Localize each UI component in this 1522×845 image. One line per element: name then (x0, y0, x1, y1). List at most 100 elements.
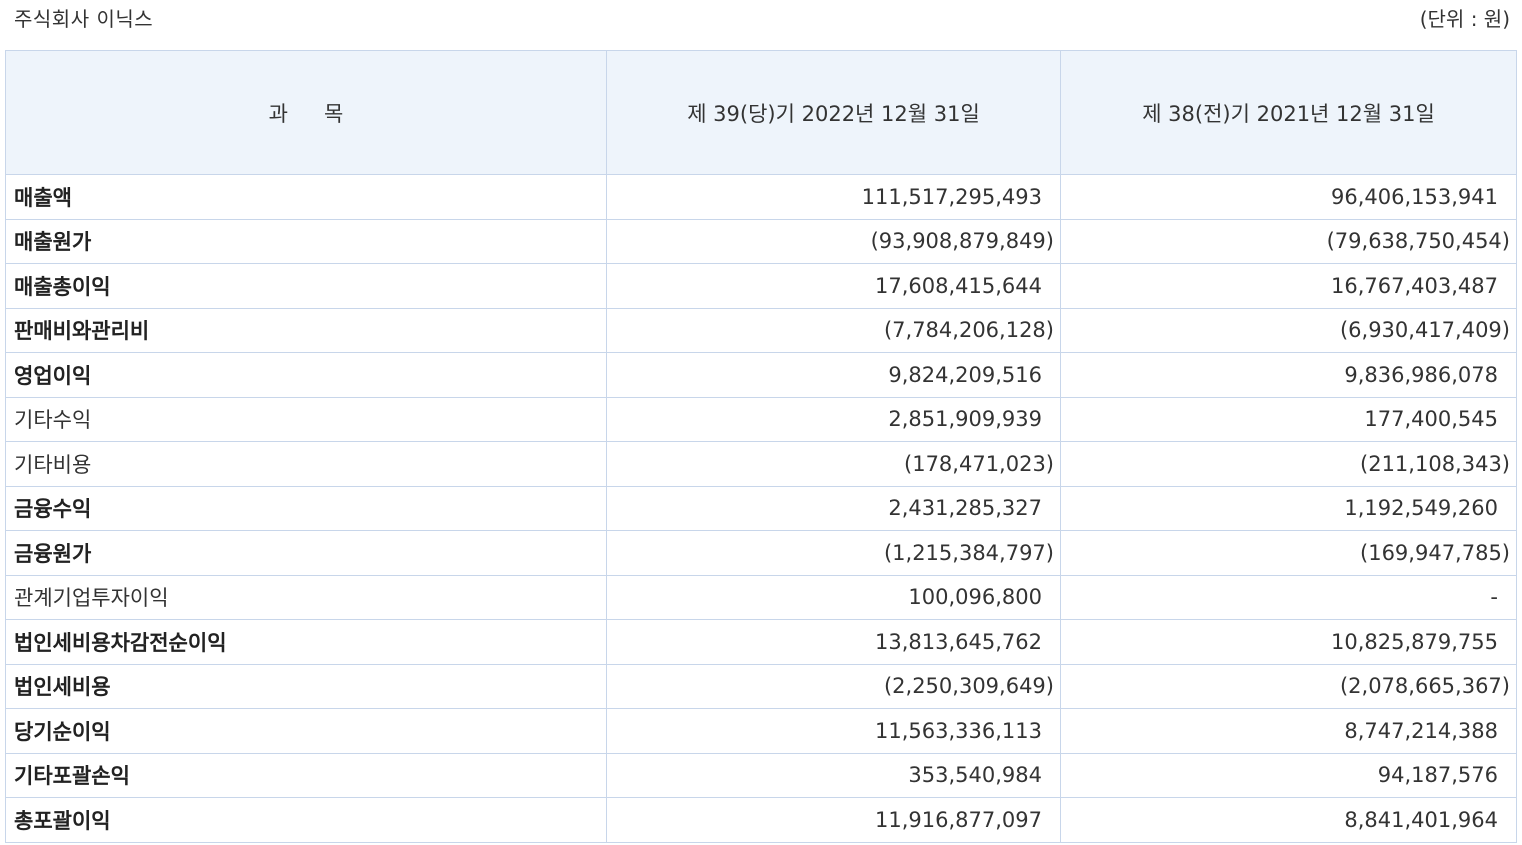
current-period-value: (93,908,879,849) (870, 229, 1054, 254)
previous-period-value-cell: 94,187,576 (1060, 752, 1517, 798)
table-row: 법인세비용 (2,250,309,649) (2,078,665,367) (5, 663, 1517, 709)
column-header-previous-period: 제 38(전)기 2021년 12월 31일 (1060, 50, 1517, 175)
current-period-value: 9,824,209,516 (888, 362, 1042, 387)
previous-period-value-cell: 8,747,214,388 (1060, 708, 1517, 754)
current-period-value-cell: 353,540,984 (606, 752, 1061, 798)
previous-period-value: (211,108,343) (1360, 451, 1510, 476)
previous-period-value: 9,836,986,078 (1344, 362, 1498, 387)
previous-period-value-cell: (211,108,343) (1060, 441, 1517, 487)
current-period-value: 353,540,984 (908, 763, 1042, 788)
unit-label: (단위 : 원) (1419, 7, 1510, 31)
previous-period-value-cell: 10,825,879,755 (1060, 619, 1517, 665)
current-period-value: 2,431,285,327 (888, 496, 1042, 521)
current-period-value-cell: 9,824,209,516 (606, 352, 1061, 398)
current-period-value-cell: 11,916,877,097 (606, 797, 1061, 843)
current-period-value: 11,916,877,097 (875, 807, 1042, 832)
current-period-value-cell: 2,851,909,939 (606, 396, 1061, 442)
column-header-subject: 과목 (5, 50, 607, 175)
current-period-value-cell: (93,908,879,849) (606, 218, 1061, 264)
row-label: 관계기업투자이익 (5, 574, 607, 620)
row-label: 기타포괄손익 (5, 752, 607, 798)
current-period-value: 111,517,295,493 (861, 184, 1042, 209)
row-label: 법인세비용 (5, 663, 607, 709)
table-row: 기타포괄손익 353,540,984 94,187,576 (5, 752, 1517, 798)
table-row: 금융원가 (1,215,384,797) (169,947,785) (5, 530, 1517, 576)
previous-period-value: 1,192,549,260 (1344, 496, 1498, 521)
previous-period-value-cell: 8,841,401,964 (1060, 797, 1517, 843)
previous-period-value: - (1490, 585, 1498, 610)
table-row: 영업이익 9,824,209,516 9,836,986,078 (5, 352, 1517, 398)
current-period-value-cell: 13,813,645,762 (606, 619, 1061, 665)
current-period-value-cell: 11,563,336,113 (606, 708, 1061, 754)
previous-period-value-cell: (79,638,750,454) (1060, 218, 1517, 264)
row-label: 매출총이익 (5, 263, 607, 309)
table-row: 판매비와관리비 (7,784,206,128) (6,930,417,409) (5, 307, 1517, 353)
table-row: 매출액 111,517,295,493 96,406,153,941 (5, 174, 1517, 220)
table-row: 기타비용 (178,471,023) (211,108,343) (5, 441, 1517, 487)
previous-period-value: (6,930,417,409) (1339, 318, 1510, 343)
previous-period-value: 8,841,401,964 (1344, 807, 1498, 832)
previous-period-value-cell: 177,400,545 (1060, 396, 1517, 442)
table-row: 법인세비용차감전순이익 13,813,645,762 10,825,879,755 (5, 619, 1517, 665)
current-period-value-cell: (2,250,309,649) (606, 663, 1061, 709)
row-label: 금융수익 (5, 485, 607, 531)
previous-period-value-cell: 96,406,153,941 (1060, 174, 1517, 220)
previous-period-value: 16,767,403,487 (1331, 273, 1498, 298)
current-period-value: 13,813,645,762 (875, 629, 1042, 654)
current-period-value: (2,250,309,649) (883, 674, 1054, 699)
income-statement-table: 과목 제 39(당)기 2022년 12월 31일 제 38(전)기 2021년… (5, 50, 1517, 843)
table-row: 총포괄이익 11,916,877,097 8,841,401,964 (5, 797, 1517, 843)
previous-period-value-cell: - (1060, 574, 1517, 620)
previous-period-value-cell: 1,192,549,260 (1060, 485, 1517, 531)
current-period-value: (7,784,206,128) (883, 318, 1054, 343)
table-row: 관계기업투자이익 100,096,800 - (5, 574, 1517, 620)
subject-header-part: 목 (324, 101, 344, 126)
row-label: 기타비용 (5, 441, 607, 487)
previous-period-value-cell: (2,078,665,367) (1060, 663, 1517, 709)
row-label: 매출액 (5, 174, 607, 220)
row-label: 총포괄이익 (5, 797, 607, 843)
previous-period-value: 96,406,153,941 (1331, 184, 1498, 209)
subject-header-part: 과 (268, 101, 288, 126)
current-period-value: (178,471,023) (904, 451, 1054, 476)
previous-period-value: (169,947,785) (1360, 540, 1510, 565)
current-period-value-cell: 100,096,800 (606, 574, 1061, 620)
current-period-value: (1,215,384,797) (883, 540, 1054, 565)
row-label: 판매비와관리비 (5, 307, 607, 353)
row-label: 금융원가 (5, 530, 607, 576)
row-label: 당기순이익 (5, 708, 607, 754)
table-row: 매출원가 (93,908,879,849) (79,638,750,454) (5, 218, 1517, 264)
table-row: 금융수익 2,431,285,327 1,192,549,260 (5, 485, 1517, 531)
previous-period-value-cell: (6,930,417,409) (1060, 307, 1517, 353)
current-period-value-cell: (7,784,206,128) (606, 307, 1061, 353)
current-period-value-cell: (1,215,384,797) (606, 530, 1061, 576)
column-header-current-period: 제 39(당)기 2022년 12월 31일 (606, 50, 1061, 175)
current-period-value-cell: (178,471,023) (606, 441, 1061, 487)
current-period-value: 2,851,909,939 (888, 407, 1042, 432)
row-label: 법인세비용차감전순이익 (5, 619, 607, 665)
previous-period-value-cell: 9,836,986,078 (1060, 352, 1517, 398)
previous-period-value: 94,187,576 (1377, 763, 1498, 788)
current-period-value-cell: 17,608,415,644 (606, 263, 1061, 309)
previous-period-value: 8,747,214,388 (1344, 718, 1498, 743)
previous-period-value-cell: (169,947,785) (1060, 530, 1517, 576)
row-label: 매출원가 (5, 218, 607, 264)
previous-period-value: (79,638,750,454) (1326, 229, 1510, 254)
current-period-value: 17,608,415,644 (875, 273, 1042, 298)
previous-period-value: 10,825,879,755 (1331, 629, 1498, 654)
table-row: 당기순이익 11,563,336,113 8,747,214,388 (5, 708, 1517, 754)
current-period-value: 11,563,336,113 (875, 718, 1042, 743)
row-label: 영업이익 (5, 352, 607, 398)
current-period-value: 100,096,800 (908, 585, 1042, 610)
previous-period-value-cell: 16,767,403,487 (1060, 263, 1517, 309)
row-label: 기타수익 (5, 396, 607, 442)
current-period-value-cell: 111,517,295,493 (606, 174, 1061, 220)
company-name: 주식회사 이닉스 (14, 7, 154, 31)
previous-period-value: (2,078,665,367) (1339, 674, 1510, 699)
table-row: 기타수익 2,851,909,939 177,400,545 (5, 396, 1517, 442)
current-period-value-cell: 2,431,285,327 (606, 485, 1061, 531)
table-row: 매출총이익 17,608,415,644 16,767,403,487 (5, 263, 1517, 309)
table-header-row: 과목 제 39(당)기 2022년 12월 31일 제 38(전)기 2021년… (5, 50, 1517, 175)
report-header: 주식회사 이닉스 (단위 : 원) (0, 0, 1522, 40)
table-body: 매출액 111,517,295,493 96,406,153,941 매출원가 (93,… (5, 174, 1517, 843)
